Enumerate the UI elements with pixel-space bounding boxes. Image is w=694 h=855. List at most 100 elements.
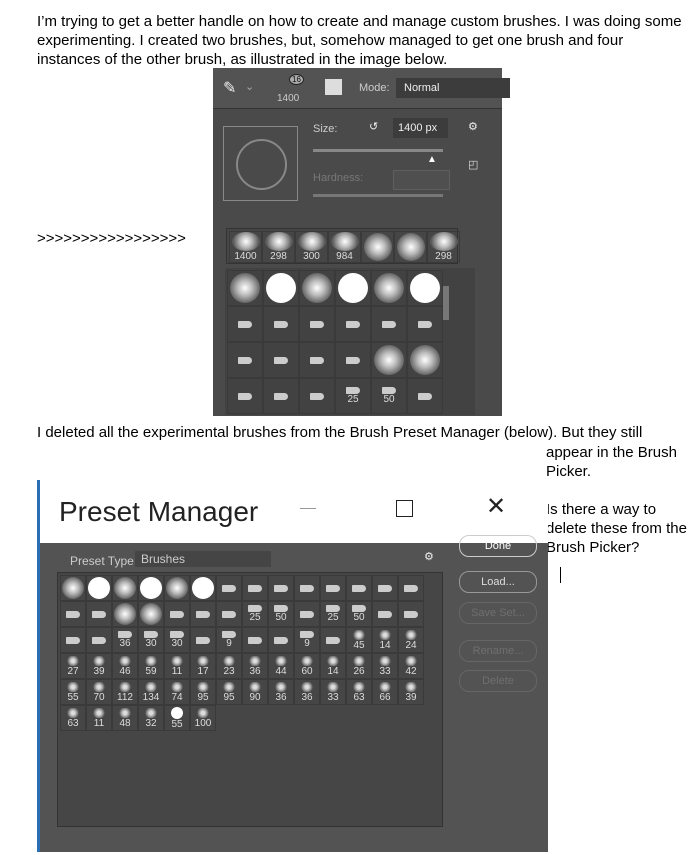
hardness-slider[interactable] xyxy=(313,194,443,197)
brush-preset[interactable] xyxy=(227,342,263,378)
brush-preset[interactable]: 11 xyxy=(164,653,190,679)
brush-preset[interactable]: 36 xyxy=(112,627,138,653)
brush-preset[interactable] xyxy=(407,270,443,306)
brush-preset[interactable] xyxy=(263,270,299,306)
brush-preset[interactable] xyxy=(268,627,294,653)
brush-preset[interactable] xyxy=(227,306,263,342)
brush-preset[interactable] xyxy=(112,601,138,627)
brush-preset[interactable]: 984 xyxy=(328,231,361,263)
brush-preset[interactable]: 112 xyxy=(112,679,138,705)
brush-preset[interactable] xyxy=(86,575,112,601)
brush-preset[interactable] xyxy=(190,627,216,653)
brush-preset[interactable]: 74 xyxy=(164,679,190,705)
brush-preset[interactable] xyxy=(394,231,427,263)
brush-preset[interactable] xyxy=(372,575,398,601)
brush-preset[interactable]: 46 xyxy=(112,653,138,679)
brush-preset[interactable]: 17 xyxy=(190,653,216,679)
size-slider[interactable] xyxy=(313,149,443,152)
brush-preset[interactable] xyxy=(371,342,407,378)
brush-preset[interactable]: 11 xyxy=(86,705,112,731)
done-button[interactable]: Done xyxy=(459,535,537,557)
brush-preset[interactable] xyxy=(86,601,112,627)
brush-preset[interactable] xyxy=(398,575,424,601)
brush-preset[interactable] xyxy=(138,575,164,601)
brush-preset[interactable]: 298 xyxy=(427,231,460,263)
brush-preset[interactable] xyxy=(320,575,346,601)
brush-preset[interactable] xyxy=(407,306,443,342)
minimize-icon[interactable] xyxy=(300,508,316,509)
brush-preset[interactable]: 33 xyxy=(320,679,346,705)
brush-preset[interactable]: 24 xyxy=(398,627,424,653)
brush-preset[interactable]: 63 xyxy=(60,705,86,731)
brush-preset[interactable]: 27 xyxy=(60,653,86,679)
brush-preset[interactable] xyxy=(227,270,263,306)
brush-preset[interactable] xyxy=(60,575,86,601)
brush-preset[interactable] xyxy=(263,342,299,378)
brush-preset[interactable]: 48 xyxy=(112,705,138,731)
preset-type-select[interactable]: Brushes xyxy=(135,551,271,567)
brush-preset[interactable] xyxy=(190,601,216,627)
current-brush-size[interactable]: 1400 xyxy=(277,93,299,104)
brush-preset[interactable]: 70 xyxy=(86,679,112,705)
brush-preset[interactable]: 9 xyxy=(294,627,320,653)
hardness-input[interactable] xyxy=(393,170,450,190)
brush-preset[interactable]: 298 xyxy=(262,231,295,263)
brush-preset[interactable]: 25 xyxy=(242,601,268,627)
brush-preset[interactable] xyxy=(407,378,443,414)
brush-preset[interactable]: 30 xyxy=(164,627,190,653)
brush-preset[interactable]: 14 xyxy=(320,653,346,679)
brush-preset[interactable]: 42 xyxy=(398,653,424,679)
brush-preset[interactable]: 95 xyxy=(190,679,216,705)
brush-preset[interactable]: 23 xyxy=(216,653,242,679)
brush-preset[interactable]: 100 xyxy=(190,705,216,731)
mode-select[interactable]: Normal xyxy=(396,78,510,98)
close-icon[interactable]: ✕ xyxy=(486,492,506,521)
brush-preset[interactable] xyxy=(371,306,407,342)
brush-preset[interactable]: 1400 xyxy=(229,231,262,263)
size-input[interactable]: 1400 px xyxy=(393,118,448,138)
brush-preset[interactable] xyxy=(242,627,268,653)
brush-preset[interactable]: 14 xyxy=(372,627,398,653)
brush-preset[interactable] xyxy=(164,601,190,627)
brush-preset[interactable]: 32 xyxy=(138,705,164,731)
brush-preset[interactable]: 9 xyxy=(216,627,242,653)
brush-preset[interactable]: 50 xyxy=(268,601,294,627)
brush-preset[interactable]: 95 xyxy=(216,679,242,705)
brush-preset[interactable]: 55 xyxy=(60,679,86,705)
load-button[interactable]: Load... xyxy=(459,571,537,593)
brush-preset[interactable] xyxy=(294,575,320,601)
brush-preset[interactable]: 36 xyxy=(242,653,268,679)
reset-icon[interactable]: ↺ xyxy=(369,120,378,133)
brush-preset[interactable] xyxy=(216,575,242,601)
brush-preset[interactable] xyxy=(60,601,86,627)
brush-panel-icon[interactable] xyxy=(325,79,342,95)
new-preset-icon[interactable]: ◰ xyxy=(468,158,478,171)
brush-preset[interactable] xyxy=(112,575,138,601)
brush-preset[interactable]: 39 xyxy=(398,679,424,705)
brush-preset[interactable]: 300 xyxy=(295,231,328,263)
brush-preset[interactable] xyxy=(361,231,394,263)
brush-tool-icon[interactable]: ✎ xyxy=(223,78,236,98)
brush-preset[interactable] xyxy=(398,601,424,627)
brush-preset[interactable] xyxy=(335,270,371,306)
rename-button[interactable]: Rename... xyxy=(459,640,537,662)
brush-preset[interactable]: 25 xyxy=(320,601,346,627)
brush-preset[interactable] xyxy=(190,575,216,601)
brush-preset[interactable]: 50 xyxy=(346,601,372,627)
brush-preset[interactable] xyxy=(138,601,164,627)
brush-preset[interactable] xyxy=(407,342,443,378)
brush-preset[interactable]: 60 xyxy=(294,653,320,679)
brush-preset[interactable]: 25 xyxy=(335,378,371,414)
brush-preset[interactable] xyxy=(346,575,372,601)
brush-preset[interactable]: 55 xyxy=(164,705,190,731)
brush-preset[interactable]: 33 xyxy=(372,653,398,679)
brush-preset[interactable] xyxy=(299,270,335,306)
brush-preset[interactable] xyxy=(371,270,407,306)
brush-preset[interactable] xyxy=(60,627,86,653)
brush-preset[interactable] xyxy=(372,601,398,627)
brush-preset[interactable] xyxy=(268,575,294,601)
brush-angle-preview[interactable] xyxy=(223,126,298,201)
brush-preset[interactable] xyxy=(335,342,371,378)
brush-preset[interactable] xyxy=(263,378,299,414)
brush-preset[interactable]: 90 xyxy=(242,679,268,705)
